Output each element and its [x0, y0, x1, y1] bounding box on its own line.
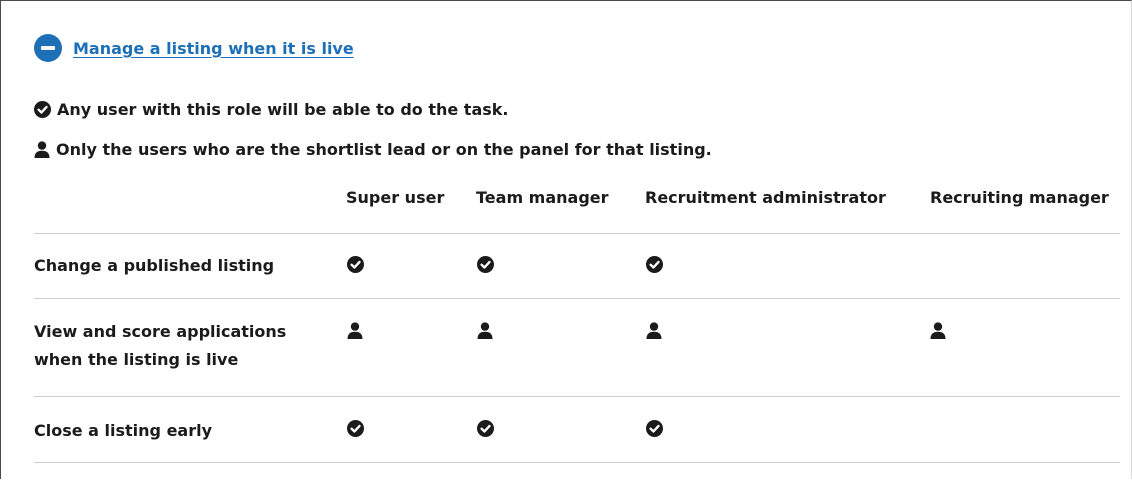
person-icon — [646, 322, 662, 339]
table-row-label: Change a published listing — [34, 256, 275, 275]
table-divider — [34, 396, 1120, 397]
check-circle-icon — [477, 256, 494, 273]
check-circle-icon — [646, 256, 663, 273]
person-icon — [347, 322, 363, 339]
table-divider — [34, 298, 1120, 299]
table-divider — [34, 462, 1120, 463]
check-circle-icon — [347, 420, 364, 437]
key-panel-only: Only the users who are the shortlist lea… — [34, 140, 712, 159]
table-row-label: View and score applications when the lis… — [34, 322, 287, 369]
key-any-user: Any user with this role will be able to … — [34, 100, 509, 119]
check-circle-icon — [347, 256, 364, 273]
person-icon — [477, 322, 493, 339]
table-row-label: Close a listing early — [34, 421, 213, 440]
column-header-team-manager: Team manager — [476, 188, 609, 207]
check-circle-icon — [477, 420, 494, 437]
check-circle-icon — [646, 420, 663, 437]
panel-frame — [0, 0, 1132, 479]
person-icon — [34, 141, 50, 158]
accordion-header[interactable]: Manage a listing when it is live — [34, 34, 354, 62]
table-divider — [34, 233, 1120, 234]
key-panel-only-text: Only the users who are the shortlist lea… — [56, 140, 712, 159]
column-header-super-user: Super user — [346, 188, 445, 207]
minus-circle-icon[interactable] — [34, 34, 62, 62]
column-header-recruitment-administrator: Recruitment administrator — [645, 188, 886, 207]
key-any-user-text: Any user with this role will be able to … — [57, 100, 509, 119]
column-header-recruiting-manager: Recruiting manager — [930, 188, 1109, 207]
person-icon — [930, 322, 946, 339]
accordion-title-link[interactable]: Manage a listing when it is live — [73, 39, 354, 58]
check-circle-icon — [34, 101, 51, 118]
